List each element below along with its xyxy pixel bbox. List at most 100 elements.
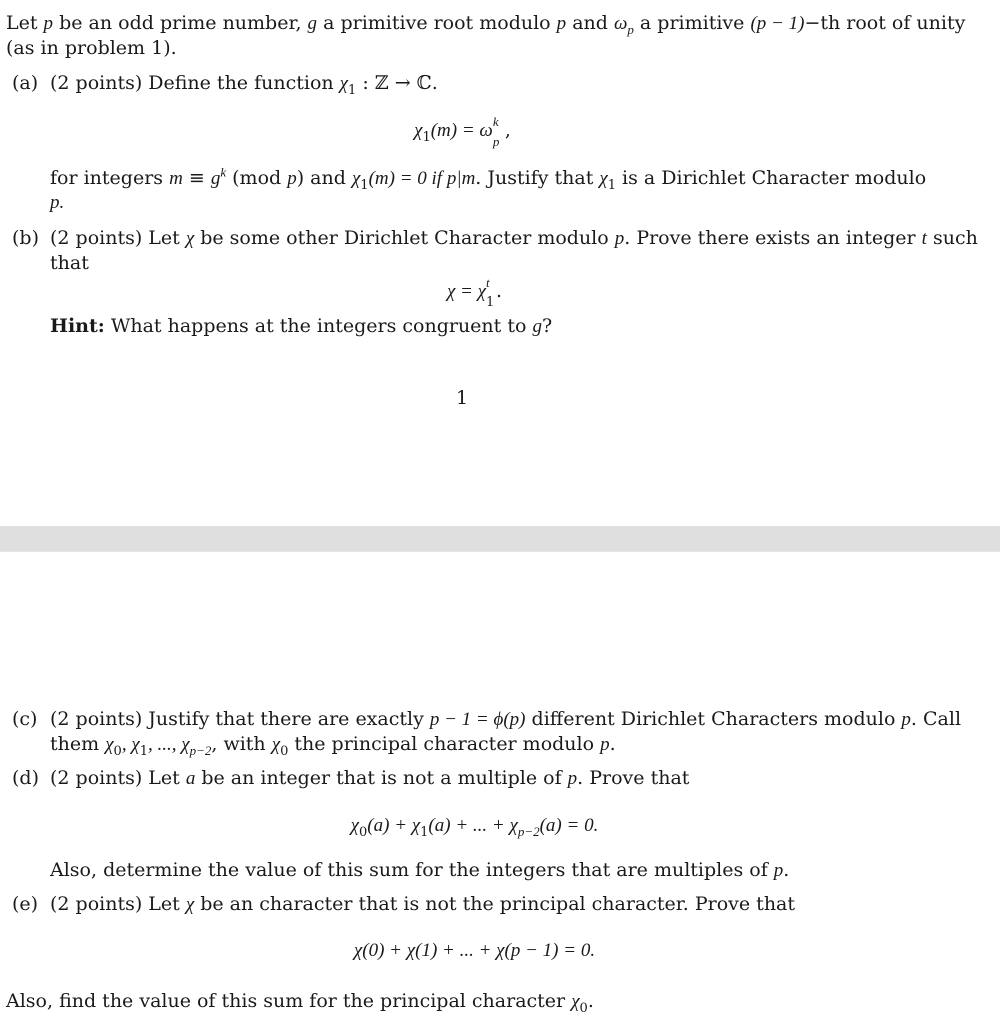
text: them — [50, 733, 106, 755]
var-chi: χ — [271, 734, 281, 755]
text: a primitive root modulo — [317, 12, 557, 34]
var-chi: χ — [350, 815, 360, 836]
part-a-body-line-2: p. — [50, 192, 65, 213]
text: Let — [148, 893, 186, 915]
text: (mod — [226, 167, 288, 189]
var-p: p — [567, 768, 578, 789]
equiv: ≡ — [182, 167, 211, 189]
text: . — [609, 733, 616, 755]
intro-line-1: Let p be an odd prime number, g a primit… — [6, 11, 965, 36]
part-a-heading: (a) (2 points) Define the function χ1 : ℤ … — [12, 71, 438, 97]
text: a primitive — [633, 12, 751, 34]
text: Define the function — [148, 72, 340, 94]
part-c-heading: (c) (2 points) Justify that there are exac… — [12, 707, 961, 732]
text: Also, determine the value of this sum fo… — [50, 859, 774, 881]
var-chi: , χ — [121, 734, 140, 755]
text: such — [926, 227, 978, 249]
var-chi: χ — [105, 734, 114, 755]
points: (2 points) — [50, 767, 143, 789]
comma: , — [504, 119, 511, 141]
subscript: p−2 — [517, 823, 540, 839]
text: . Prove that — [577, 767, 690, 789]
intro-line-2: (as in problem 1). — [6, 37, 177, 59]
item-label: (c) — [12, 708, 38, 730]
text: ? — [541, 315, 553, 337]
math: χ = χ — [446, 281, 486, 302]
var-p: p — [901, 709, 911, 730]
var-m: m — [169, 168, 183, 189]
text: Let — [148, 767, 186, 789]
var-g: g — [307, 13, 318, 34]
text: the principal character modulo — [288, 733, 601, 755]
var-g: g — [532, 316, 542, 337]
hint-text: What happens at the integers congruent t… — [104, 315, 533, 337]
text: for integers — [50, 167, 170, 189]
math: (a) + χ — [367, 815, 421, 836]
text: , with — [211, 733, 272, 755]
hint: Hint: What happens at the integers congr… — [50, 314, 552, 339]
part-b-equation: χ = χt1. — [446, 275, 503, 310]
part-a-equation: χ1(m) = ωkp, — [414, 114, 511, 149]
points: (2 points) — [50, 227, 143, 249]
subscript: 1 — [139, 743, 148, 759]
text: . Call — [910, 708, 962, 730]
var-chi: χ — [571, 991, 580, 1012]
var-omega: ω — [613, 13, 628, 34]
math-p-minus-1: (p − 1) — [750, 13, 805, 34]
var-p: p — [773, 860, 784, 881]
var-p: p — [614, 228, 625, 249]
page-separator — [0, 526, 1000, 552]
subscript: 1 — [607, 177, 617, 193]
part-c-line-2: them χ0, χ1, ..., χp−2, with χ0 the prin… — [50, 732, 616, 759]
var-chi: χ — [599, 168, 608, 189]
item-label: (a) — [12, 72, 39, 94]
text: be an integer that is not a multiple of — [195, 767, 568, 789]
hint-label: Hint: — [50, 315, 105, 337]
part-e-equation: χ(0) + χ(1) + ... + χ(p − 1) = 0. — [12, 938, 937, 963]
text: be an character that is not the principa… — [194, 893, 796, 915]
text: Let — [6, 12, 44, 34]
period: . — [496, 280, 503, 302]
var-chi: χ — [185, 894, 195, 915]
part-b-line-2: that — [50, 252, 89, 274]
subscript: 1 — [422, 129, 431, 145]
math-divides: p|m — [446, 168, 476, 189]
item-label: (d) — [12, 767, 39, 789]
text: and — [566, 12, 614, 34]
math: (a) + ... + χ — [428, 815, 518, 836]
var-chi: χ — [339, 73, 349, 94]
part-d-also: Also, determine the value of this sum fo… — [50, 858, 789, 883]
text: −th root of unity — [804, 12, 966, 34]
part-d-equation: χ0(a) + χ1(a) + ... + χp−2(a) = 0. — [12, 813, 937, 839]
part-b-heading: (b) (2 points) Let χ be some other Dirichl… — [12, 226, 978, 251]
var-p: p — [43, 13, 54, 34]
item-label: (e) — [12, 893, 39, 915]
subscript: 1 — [360, 177, 369, 193]
part-d-heading: (d) (2 points) Let a be an integer that is… — [12, 766, 689, 791]
text: . — [587, 990, 594, 1012]
text: different Dirichlet Characters modulo — [525, 708, 902, 730]
points: (2 points) — [50, 708, 143, 730]
math: (a) = 0. — [539, 815, 599, 836]
var-p: p — [556, 13, 567, 34]
part-a-body-line-1: for integers m ≡ gk (mod p) and χ1(m) = … — [50, 166, 927, 193]
subscript: 0 — [113, 743, 122, 759]
text: be some other Dirichlet Character modulo — [194, 227, 615, 249]
text: . — [783, 859, 790, 881]
subscript: 0 — [579, 1000, 588, 1016]
var-chi: , ..., χ — [147, 734, 190, 755]
points: (2 points) — [50, 72, 143, 94]
text: . Prove there exists an integer — [624, 227, 922, 249]
math-phi: p − 1 = ϕ(p) — [429, 709, 526, 730]
var-p: p — [287, 168, 297, 189]
text: Justify that there are exactly — [148, 708, 430, 730]
text: Let — [148, 227, 186, 249]
function-signature: : ℤ → ℂ. — [356, 72, 438, 94]
math: χ(0) + χ(1) + ... + χ(p − 1) = 0. — [353, 940, 596, 961]
text: is a Dirichlet Character modulo — [616, 167, 927, 189]
text: . Justify that — [475, 167, 600, 189]
var-a: a — [185, 768, 196, 789]
text: ) and — [296, 167, 352, 189]
text: Also, find the value of this sum for the… — [6, 990, 572, 1012]
var-g: g — [210, 168, 221, 189]
